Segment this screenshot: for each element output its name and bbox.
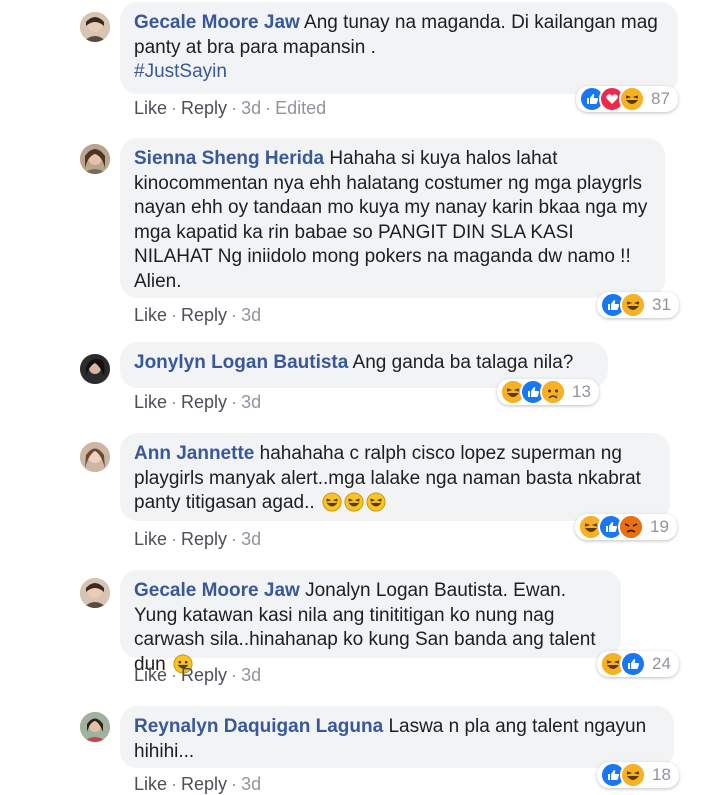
comment-author[interactable]: Jonylyn Logan Bautista: [134, 352, 348, 373]
reaction-summary[interactable]: 31: [597, 292, 679, 318]
reply-link[interactable]: Reply: [181, 529, 227, 549]
comment-actions: Like · Reply · 3d: [134, 774, 262, 794]
sad-reaction-icon: [540, 379, 566, 405]
like-link[interactable]: Like: [134, 305, 167, 325]
reaction-count: 31: [652, 295, 671, 314]
reaction-summary[interactable]: 13: [497, 379, 599, 405]
comment-author[interactable]: Ann Jannette: [134, 443, 254, 464]
comment-author[interactable]: Gecale Moore Jaw: [134, 12, 300, 33]
comment-author[interactable]: Sienna Sheng Herida: [134, 148, 324, 169]
grinning-emoji-icon: [322, 492, 342, 520]
reaction-count: 87: [651, 89, 670, 108]
comment-bubble: Reynalyn Daquigan Laguna Laswa n pla ang…: [120, 706, 674, 768]
timestamp[interactable]: 3d: [241, 529, 261, 549]
avatar[interactable]: [80, 578, 110, 608]
comment-bubble: Gecale Moore Jaw Jonalyn Logan Bautista.…: [120, 570, 621, 675]
edited-label[interactable]: Edited: [275, 98, 326, 118]
like-link[interactable]: Like: [134, 98, 167, 118]
timestamp[interactable]: 3d: [241, 392, 261, 412]
reply-link[interactable]: Reply: [181, 665, 227, 685]
like-link[interactable]: Like: [134, 774, 167, 794]
timestamp[interactable]: 3d: [241, 305, 261, 325]
comment-bubble: Gecale Moore Jaw Ang tunay na maganda. D…: [120, 2, 678, 94]
haha-reaction-icon: [620, 292, 646, 318]
reply-link[interactable]: Reply: [181, 98, 227, 118]
timestamp[interactable]: 3d: [241, 98, 261, 118]
reaction-summary[interactable]: 19: [575, 514, 677, 540]
hashtag-link[interactable]: #JustSayin: [134, 61, 227, 82]
reaction-summary[interactable]: 87: [576, 86, 678, 112]
haha-reaction-icon: [619, 86, 645, 112]
comment-actions: Like · Reply · 3d · Edited: [134, 98, 327, 118]
avatar[interactable]: [80, 354, 110, 384]
comment-actions: Like · Reply · 3d: [134, 305, 262, 325]
comment-author[interactable]: Reynalyn Daquigan Laguna: [134, 716, 383, 737]
comment-actions: Like · Reply · 3d: [134, 665, 262, 685]
comment-bubble: Sienna Sheng Herida Hahaha si kuya halos…: [120, 138, 665, 298]
comment-author[interactable]: Gecale Moore Jaw: [134, 580, 300, 601]
reaction-count: 13: [572, 382, 591, 401]
reaction-summary[interactable]: 18: [597, 762, 679, 788]
reaction-count: 19: [650, 517, 669, 536]
reply-link[interactable]: Reply: [181, 392, 227, 412]
avatar[interactable]: [80, 712, 110, 742]
reply-link[interactable]: Reply: [181, 305, 227, 325]
grinning-emoji-icon: [366, 492, 386, 520]
timestamp[interactable]: 3d: [241, 774, 261, 794]
avatar[interactable]: [80, 12, 110, 42]
comment-text: Hahaha si kuya halos lahat kinocommentan…: [134, 148, 648, 292]
reply-link[interactable]: Reply: [181, 774, 227, 794]
haha-reaction-icon: [620, 762, 646, 788]
like-link[interactable]: Like: [134, 665, 167, 685]
reaction-summary[interactable]: 24: [597, 651, 679, 677]
avatar[interactable]: [80, 442, 110, 472]
like-reaction-icon: [620, 651, 646, 677]
comment-actions: Like · Reply · 3d: [134, 529, 262, 549]
like-link[interactable]: Like: [134, 529, 167, 549]
timestamp[interactable]: 3d: [241, 665, 261, 685]
grinning-emoji-icon: [344, 492, 364, 520]
comment-actions: Like · Reply · 3d: [134, 392, 262, 412]
comment-text: Ang ganda ba talaga nila?: [352, 352, 574, 373]
angry-reaction-icon: [618, 514, 644, 540]
reaction-count: 24: [652, 654, 671, 673]
reaction-count: 18: [652, 765, 671, 784]
avatar[interactable]: [80, 144, 110, 174]
comment-bubble: Ann Jannette hahahaha c ralph cisco lope…: [120, 433, 670, 521]
like-link[interactable]: Like: [134, 392, 167, 412]
